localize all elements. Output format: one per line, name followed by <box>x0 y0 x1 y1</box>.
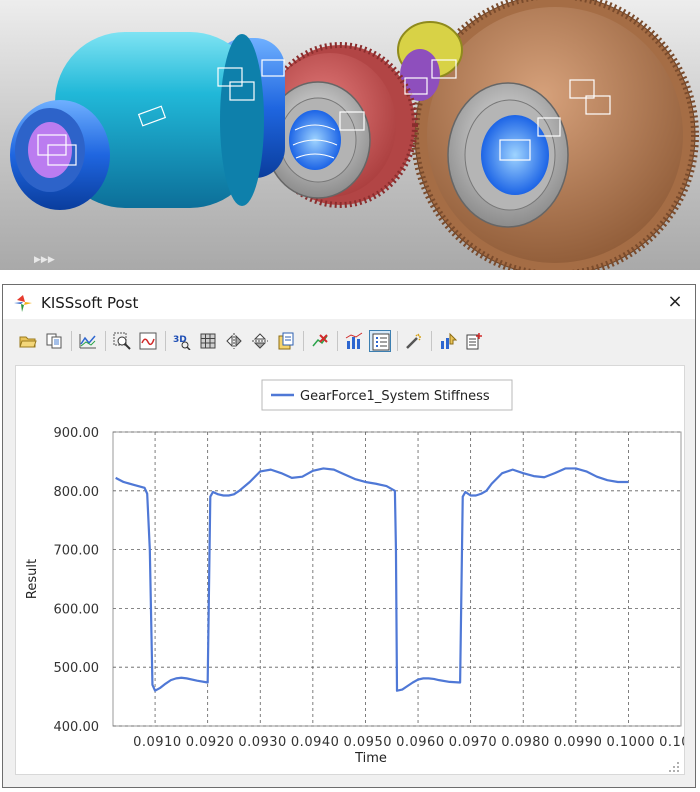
y-tick-label: 600.00 <box>54 602 100 617</box>
bearing-ring-right <box>447 82 569 228</box>
toolbar-separator <box>165 331 166 351</box>
toolbar-separator <box>337 331 338 351</box>
rotate-vertical-icon[interactable] <box>249 330 271 352</box>
resize-grip-icon[interactable] <box>668 758 680 772</box>
x-axis-label: Time <box>354 751 387 766</box>
y-axis-label: Result <box>25 559 40 599</box>
toolbar-separator <box>71 331 72 351</box>
view-3d-icon[interactable]: 3D <box>171 330 193 352</box>
legend-label: GearForce1_System Stiffness <box>300 389 490 404</box>
x-tick-label: 0.0960 <box>391 735 444 750</box>
rotate-horizontal-icon[interactable] <box>223 330 245 352</box>
toolbar: 3D <box>3 325 695 357</box>
legend-toggle-icon[interactable] <box>369 330 391 352</box>
x-tick-label: 0.0910 <box>129 735 182 750</box>
x-tick-label: 0.0930 <box>234 735 287 750</box>
clear-markers-icon[interactable] <box>309 330 331 352</box>
line-chart[interactable]: 900.00 800.00 700.00 600.00 500.00 400.00 0.0… <box>16 366 700 774</box>
svg-text:3D: 3D <box>173 335 187 345</box>
plot-area[interactable]: 900.00 800.00 700.00 600.00 500.00 400.00 0.0… <box>15 365 700 775</box>
kisssoft-post-window: KISSsoft Post × 3D 900.00 800.00 700.00 … <box>2 284 700 788</box>
grid-toggle-icon[interactable] <box>197 330 219 352</box>
x-tick-label: 0.0980 <box>497 735 550 750</box>
chart-settings-icon[interactable] <box>343 330 365 352</box>
x-tick-label: 0.1000 <box>602 735 655 750</box>
kisssoft-logo-icon <box>14 295 32 312</box>
y-tick-label: 700.00 <box>54 544 100 559</box>
y-tick-label: 900.00 <box>54 426 100 441</box>
y-tick-label: 400.00 <box>54 720 100 735</box>
line-chart-icon[interactable] <box>77 330 99 352</box>
zoom-window-icon[interactable] <box>111 330 133 352</box>
window-title: KISSsoft Post <box>41 294 139 312</box>
toolbar-separator <box>397 331 398 351</box>
y-tick-label: 800.00 <box>54 485 100 500</box>
toolbar-separator <box>105 331 106 351</box>
mark-points-icon[interactable] <box>437 330 459 352</box>
export-icon[interactable] <box>275 330 297 352</box>
x-tick-label: 0.0970 <box>444 735 497 750</box>
y-tick-label: 500.00 <box>54 661 100 676</box>
toolbar-separator <box>303 331 304 351</box>
x-tick-label: 0.0990 <box>549 735 602 750</box>
toolbar-separator <box>431 331 432 351</box>
open-folder-icon[interactable] <box>17 330 39 352</box>
x-tick-label: 0.0950 <box>339 735 392 750</box>
data-table-icon[interactable] <box>463 330 485 352</box>
play-animation-icon[interactable]: ▶▶▶ <box>34 255 55 265</box>
x-tick-label: 0.1010 <box>654 735 684 750</box>
x-tick-label: 0.0920 <box>181 735 234 750</box>
magic-wand-icon[interactable] <box>403 330 425 352</box>
separator <box>0 270 700 284</box>
zoom-fit-icon[interactable] <box>137 330 159 352</box>
close-button[interactable]: × <box>665 291 685 313</box>
3d-model-viewport[interactable]: ▶▶▶ <box>0 0 700 270</box>
title-bar[interactable]: KISSsoft Post × <box>3 285 695 319</box>
x-tick-label: 0.0940 <box>286 735 339 750</box>
copy-icon[interactable] <box>43 330 65 352</box>
